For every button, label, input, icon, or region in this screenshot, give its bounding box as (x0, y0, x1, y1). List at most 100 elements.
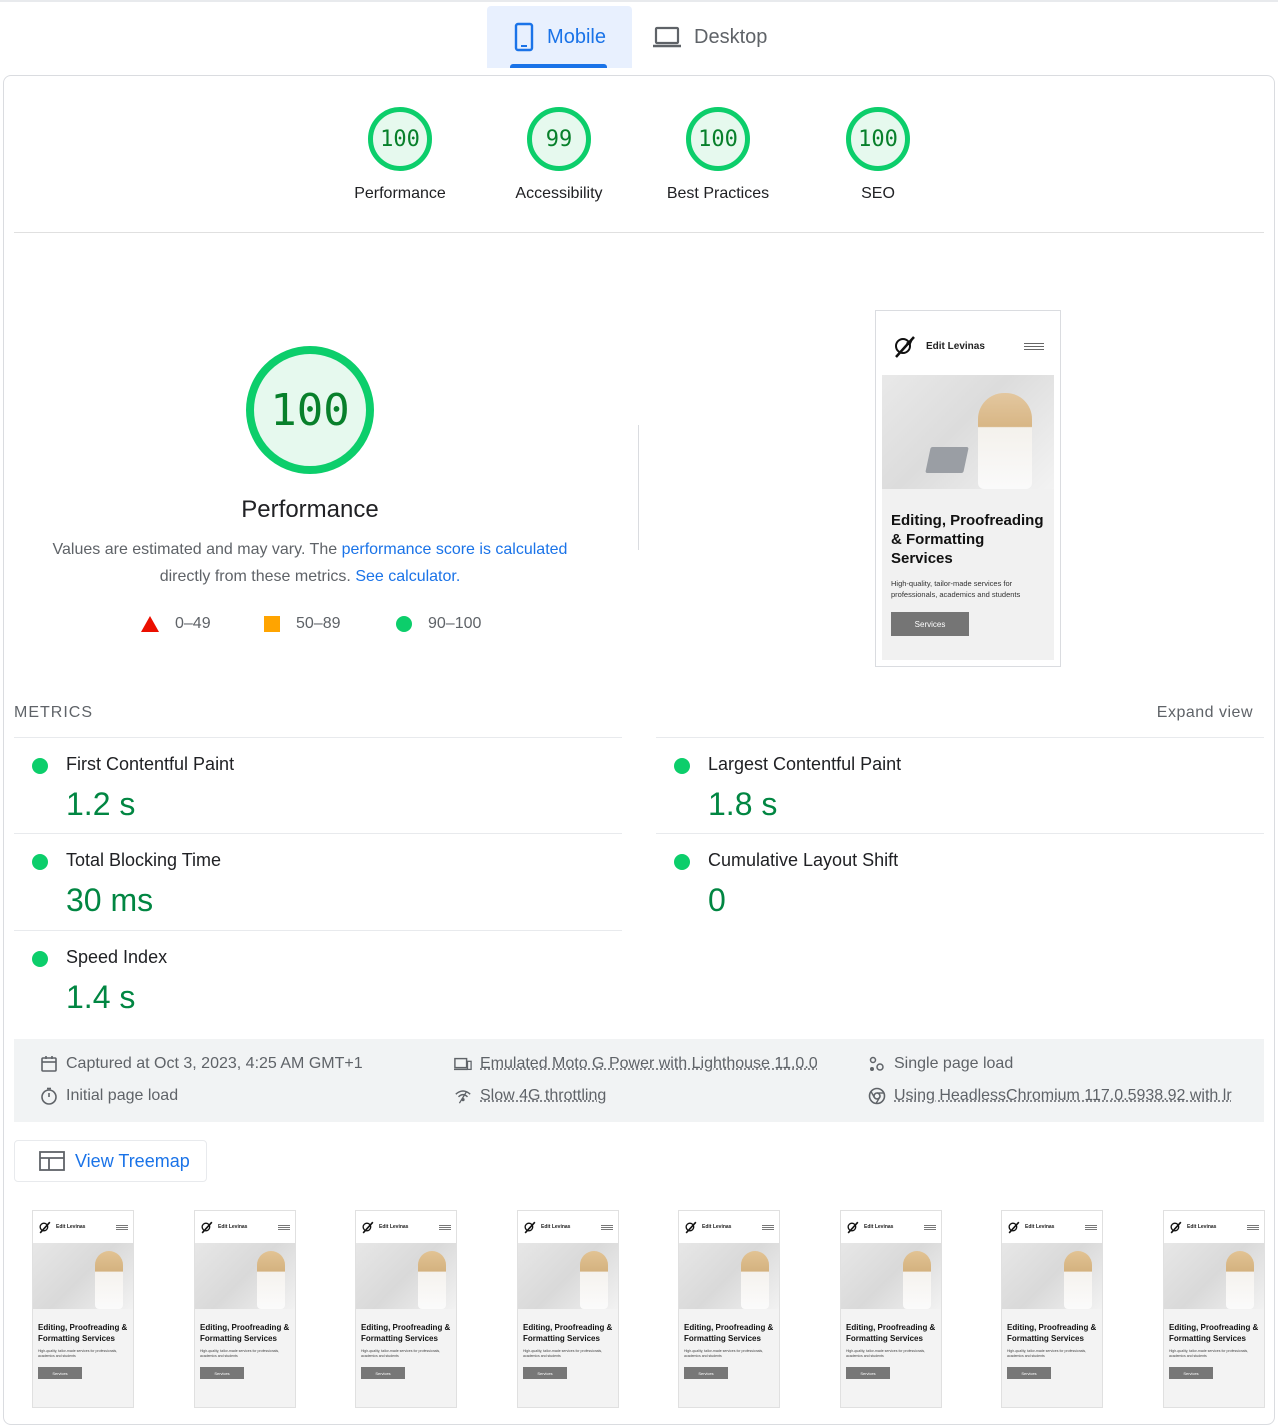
score-calculated-link[interactable]: performance score is calculated (342, 541, 568, 558)
performance-title: Performance (241, 496, 379, 523)
frame-services-button: Services (1007, 1367, 1051, 1379)
quill-logo-icon (38, 1220, 52, 1234)
metric-value: 1.2 s (66, 786, 136, 822)
frame-headline: Editing, Proofreading & Formatting Servi… (38, 1323, 128, 1343)
final-screenshot[interactable]: Edit Levinas Editing, Proofreading & For… (875, 310, 1061, 667)
calendar-icon (40, 1055, 58, 1073)
view-treemap-button[interactable]: View Treemap (14, 1140, 207, 1182)
pass-circle-icon (674, 758, 690, 774)
see-calculator-link[interactable]: See calculator. (355, 568, 460, 585)
screenshot-brand: Edit Levinas (926, 340, 985, 352)
gauge-accessibility-score: 99 (527, 107, 591, 171)
device-text: Emulated Moto G Power with Lighthouse 11… (480, 1055, 818, 1072)
session-icon (868, 1055, 886, 1073)
devices-icon (454, 1055, 472, 1073)
throttling-text: Slow 4G throttling (480, 1087, 607, 1104)
frame-brand: Edit Levinas (541, 1224, 571, 1230)
triangle-icon (141, 616, 159, 632)
quill-logo-icon (1007, 1220, 1021, 1234)
wifi-icon (454, 1087, 472, 1105)
emulated-device[interactable]: Emulated Moto G Power with Lighthouse 11… (454, 1055, 818, 1073)
single-load-text: Single page load (894, 1055, 1014, 1072)
frame-headline: Editing, Proofreading & Formatting Servi… (846, 1323, 936, 1343)
gauge-best-practices-label: Best Practices (666, 185, 770, 202)
frame-services-button: Services (846, 1367, 890, 1379)
metric-fcp: First Contentful Paint 1.2 s (14, 737, 622, 833)
frame-photo (33, 1243, 133, 1309)
frame-subtext: High-quality, tailor-made services for p… (684, 1349, 764, 1358)
legend-pass-label: 90–100 (428, 615, 482, 632)
quill-logo-icon (1169, 1220, 1183, 1234)
frame-services-button: Services (200, 1367, 244, 1379)
browser-info[interactable]: Using HeadlessChromium 117.0.5938.92 wit… (868, 1087, 1232, 1105)
metric-name: First Contentful Paint (66, 754, 235, 774)
frame-header: Edit Levinas (356, 1211, 456, 1243)
screenshot-page: Edit Levinas Editing, Proofreading & For… (882, 317, 1054, 660)
gauge-performance-label: Performance (354, 185, 446, 202)
frame-services-button: Services (684, 1367, 728, 1379)
frame-services-button: Services (38, 1367, 82, 1379)
treemap-icon (39, 1151, 65, 1171)
hamburger-icon (762, 1224, 774, 1230)
frame-brand: Edit Levinas (1187, 1224, 1217, 1230)
initial-load: Initial page load (40, 1087, 178, 1105)
frame-headline: Editing, Proofreading & Formatting Servi… (1007, 1323, 1097, 1343)
legend-average-label: 50–89 (296, 615, 341, 632)
laptop-icon (652, 25, 682, 49)
frame-header: Edit Levinas (679, 1211, 779, 1243)
person-shape (741, 1251, 769, 1309)
chrome-icon (868, 1087, 886, 1105)
filmstrip-frame: Edit Levinas Editing, Proofreading & Form… (355, 1210, 457, 1408)
frame-headline: Editing, Proofreading & Formatting Servi… (361, 1323, 451, 1343)
metric-tbt: Total Blocking Time 30 ms (14, 833, 622, 929)
frame-subtext: High-quality, tailor-made services for p… (200, 1349, 280, 1358)
metrics-heading: METRICS (14, 704, 93, 721)
captured-at: Captured at Oct 3, 2023, 4:25 AM GMT+1 (40, 1055, 363, 1073)
person-shape (95, 1251, 123, 1309)
gauge-seo[interactable]: 100 SEO (798, 107, 958, 203)
single-page-load: Single page load (868, 1055, 1013, 1073)
metric-name: Speed Index (66, 947, 168, 967)
quill-logo-icon (892, 333, 918, 359)
hamburger-icon (1247, 1224, 1259, 1230)
frame-headline: Editing, Proofreading & Formatting Servi… (684, 1323, 774, 1343)
browser-text: Using HeadlessChromium 117.0.5938.92 wit… (894, 1087, 1232, 1104)
frame-services-button: Services (523, 1367, 567, 1379)
frame-subtext: High-quality, tailor-made services for p… (361, 1349, 441, 1358)
hamburger-icon (601, 1224, 613, 1230)
pass-circle-icon (674, 854, 690, 870)
person-shape (1226, 1251, 1254, 1309)
gauge-seo-score: 100 (846, 107, 910, 171)
tab-mobile[interactable]: Mobile (487, 6, 632, 68)
captured-text: Captured at Oct 3, 2023, 4:25 AM GMT+1 (66, 1055, 363, 1072)
frame-header: Edit Levinas (195, 1211, 295, 1243)
frame-header: Edit Levinas (1002, 1211, 1102, 1243)
active-tab-indicator (510, 64, 607, 68)
frame-photo (841, 1243, 941, 1309)
person-shape (1064, 1251, 1092, 1309)
frame-subtext: High-quality, tailor-made services for p… (1007, 1349, 1087, 1358)
gauge-performance[interactable]: 100 Performance (320, 107, 480, 203)
hamburger-icon (278, 1224, 290, 1230)
frame-photo (1002, 1243, 1102, 1309)
frame-headline: Editing, Proofreading & Formatting Servi… (1169, 1323, 1259, 1343)
gauge-accessibility[interactable]: 99 Accessibility (479, 107, 639, 203)
frame-brand: Edit Levinas (864, 1224, 894, 1230)
metric-name: Total Blocking Time (66, 850, 222, 870)
legend-fail-label: 0–49 (175, 615, 211, 632)
tab-desktop[interactable]: Desktop (652, 6, 792, 68)
square-icon (264, 616, 280, 632)
gauge-best-practices[interactable]: 100 Best Practices (638, 107, 798, 203)
pass-circle-icon (32, 854, 48, 870)
expand-view-toggle[interactable]: Expand view (1130, 704, 1253, 722)
hamburger-icon (116, 1224, 128, 1230)
frame-photo (195, 1243, 295, 1309)
gauge-seo-label: SEO (861, 185, 895, 202)
filmstrip-frame: Edit Levinas Editing, Proofreading & Form… (840, 1210, 942, 1408)
tab-desktop-label: Desktop (694, 25, 768, 48)
frame-headline: Editing, Proofreading & Formatting Servi… (523, 1323, 613, 1343)
frame-subtext: High-quality, tailor-made services for p… (38, 1349, 118, 1358)
filmstrip-frame: Edit Levinas Editing, Proofreading & Form… (1163, 1210, 1265, 1408)
throttling[interactable]: Slow 4G throttling (454, 1087, 606, 1105)
frame-brand: Edit Levinas (56, 1224, 86, 1230)
